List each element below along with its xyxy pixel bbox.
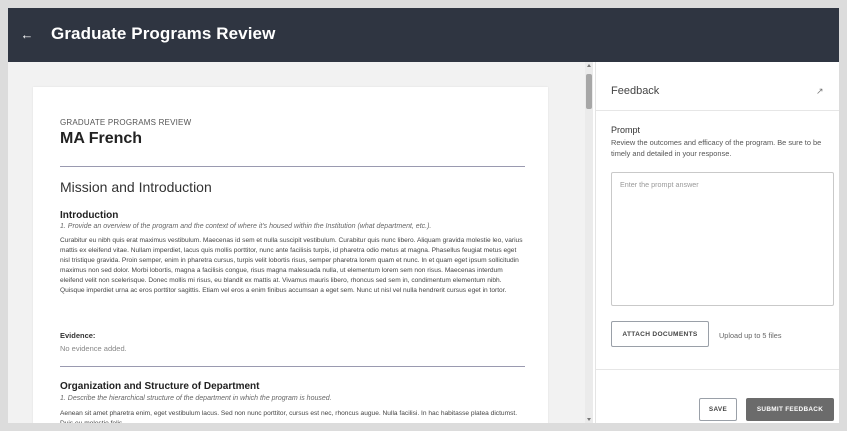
app-window: ← Graduate Programs Review GRADUATE PROG…: [8, 8, 839, 423]
submit-feedback-button[interactable]: SUBMIT FEEDBACK: [746, 398, 834, 421]
scrollbar-thumb[interactable]: [586, 74, 592, 109]
answer-text: Curabitur eu nibh quis erat maximus vest…: [60, 237, 523, 294]
section-heading: Mission and Introduction: [60, 179, 212, 195]
answer-text: Aenean sit amet pharetra enim, eget vest…: [60, 410, 518, 423]
evidence-label: Evidence:: [60, 331, 96, 340]
divider: [60, 166, 525, 167]
subsection-heading: Introduction: [60, 210, 119, 221]
document-scrollbar[interactable]: [585, 62, 593, 423]
arrow-left-icon[interactable]: ←: [18, 26, 36, 44]
prompt-description: Review the outcomes and efficacy of the …: [611, 138, 822, 158]
upload-limit-note: Upload up to 5 files: [719, 331, 782, 340]
save-button[interactable]: SAVE: [699, 398, 737, 421]
question-prompt: 1. Provide an overview of the program an…: [60, 223, 432, 230]
prompt-label: Prompt: [611, 125, 641, 135]
expand-icon[interactable]: ↗: [816, 86, 824, 97]
scroll-down-icon[interactable]: [587, 418, 591, 421]
subsection-heading: Organization and Structure of Department: [60, 381, 260, 392]
document-eyebrow: GRADUATE PROGRAMS REVIEW: [60, 118, 192, 127]
divider: [596, 110, 839, 111]
question-prompt: 1. Describe the hierarchical structure o…: [60, 395, 332, 402]
document-title: MA French: [60, 130, 143, 147]
feedback-panel: Feedback ↗ Prompt Review the outcomes an…: [595, 62, 839, 423]
scroll-up-icon[interactable]: [587, 64, 591, 67]
attach-documents-button[interactable]: ATTACH DOCUMENTS: [611, 321, 709, 347]
evidence-value: No evidence added.: [60, 344, 127, 353]
document-viewer[interactable]: GRADUATE PROGRAMS REVIEW MA French Missi…: [8, 62, 585, 423]
prompt-answer-input[interactable]: [611, 172, 834, 306]
document-page: GRADUATE PROGRAMS REVIEW MA French Missi…: [33, 87, 548, 423]
feedback-title: Feedback: [611, 85, 660, 97]
divider: [60, 366, 525, 367]
page-title: Graduate Programs Review: [51, 24, 276, 43]
top-bar: ← Graduate Programs Review: [8, 8, 839, 62]
divider: [596, 369, 839, 370]
